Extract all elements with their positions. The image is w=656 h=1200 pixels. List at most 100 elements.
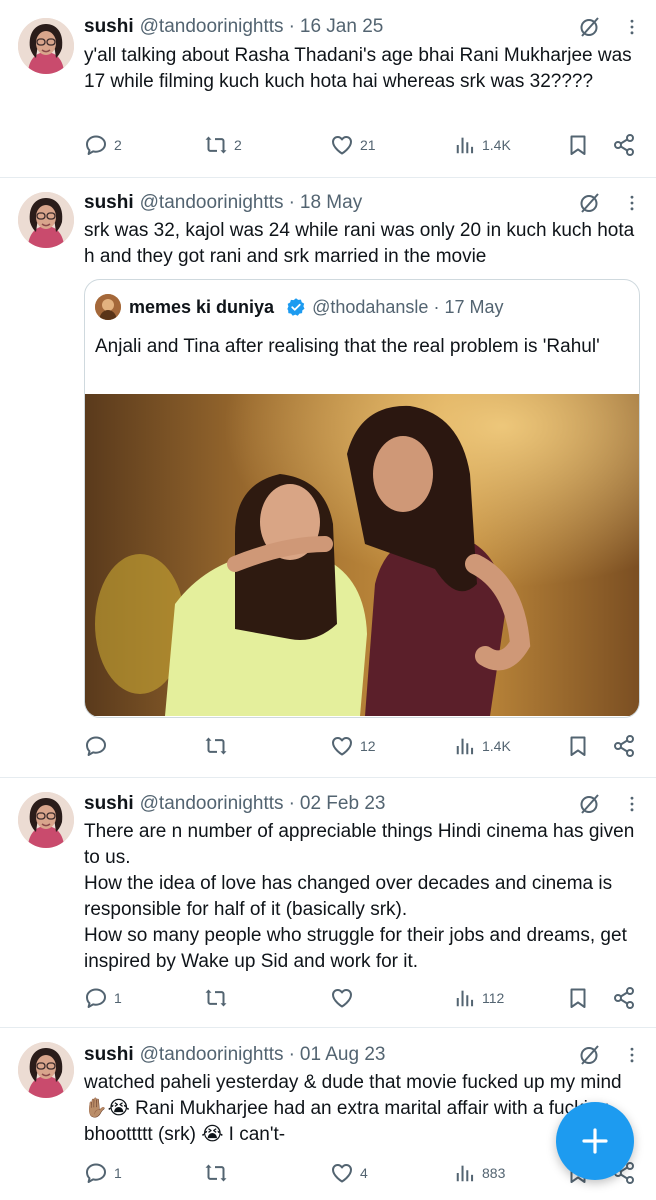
like-button[interactable] bbox=[330, 983, 360, 1013]
views-icon bbox=[454, 1162, 476, 1184]
bookmark-icon bbox=[566, 133, 590, 157]
tweet-date[interactable]: 18 May bbox=[300, 192, 362, 214]
reply-icon bbox=[84, 734, 108, 758]
author-handle[interactable]: @tandoorinightts bbox=[140, 793, 284, 815]
author-name[interactable]: sushi bbox=[84, 1044, 134, 1066]
more-icon[interactable] bbox=[622, 1043, 642, 1067]
views-icon bbox=[454, 134, 476, 156]
like-icon bbox=[330, 734, 354, 758]
repost-button[interactable]: 2 bbox=[204, 130, 242, 160]
bookmark-button[interactable] bbox=[566, 130, 596, 160]
views-icon bbox=[454, 735, 476, 757]
tweet-text-line: How the idea of love has changed over de… bbox=[84, 873, 613, 920]
tweet-text: There are n number of appreciable things… bbox=[84, 819, 642, 975]
quoted-author-name[interactable]: memes ki duniya bbox=[129, 297, 274, 318]
views-count: 1.4K bbox=[482, 137, 511, 153]
grok-icon[interactable] bbox=[578, 15, 602, 39]
tweet-text: srk was 32, kajol was 24 while rani was … bbox=[84, 220, 635, 267]
like-icon bbox=[330, 1161, 354, 1185]
like-button[interactable]: 21 bbox=[330, 130, 376, 160]
views-button[interactable]: 883 bbox=[454, 1158, 505, 1188]
reply-count: 1 bbox=[114, 1165, 122, 1181]
repost-button[interactable] bbox=[204, 731, 234, 761]
more-icon[interactable] bbox=[622, 191, 642, 215]
avatar[interactable] bbox=[18, 18, 74, 74]
quoted-author-handle[interactable]: @thodahansle bbox=[312, 297, 428, 318]
tweet-date[interactable]: 02 Feb 23 bbox=[300, 793, 386, 815]
share-button[interactable] bbox=[612, 983, 642, 1013]
share-button[interactable] bbox=[612, 130, 642, 160]
reply-button[interactable]: 2 bbox=[84, 130, 122, 160]
grok-icon[interactable] bbox=[578, 792, 602, 816]
like-button[interactable]: 12 bbox=[330, 731, 376, 761]
reply-button[interactable]: 1 bbox=[84, 1158, 122, 1188]
separator-dot: · bbox=[433, 296, 440, 317]
tweet-date[interactable]: 01 Aug 23 bbox=[300, 1044, 386, 1066]
quoted-date[interactable]: 17 May bbox=[444, 297, 503, 318]
avatar[interactable] bbox=[18, 192, 74, 248]
quoted-text: Anjali and Tina after realising that the… bbox=[95, 336, 600, 357]
like-count: 4 bbox=[360, 1165, 368, 1181]
like-button[interactable]: 4 bbox=[330, 1158, 368, 1188]
share-icon bbox=[612, 734, 636, 758]
views-count: 112 bbox=[482, 990, 505, 1006]
reply-count: 2 bbox=[114, 137, 122, 153]
repost-count: 2 bbox=[234, 137, 242, 153]
separator-dot: · bbox=[288, 793, 295, 814]
views-button[interactable]: 1.4K bbox=[454, 731, 511, 761]
repost-button[interactable] bbox=[204, 1158, 234, 1188]
views-button[interactable]: 1.4K bbox=[454, 130, 511, 160]
tweet-2[interactable]: sushi @tandoorinightts · 18 May srk was … bbox=[0, 178, 656, 778]
reply-button[interactable]: 1 bbox=[84, 983, 122, 1013]
more-icon[interactable] bbox=[622, 792, 642, 816]
quoted-photo[interactable] bbox=[85, 394, 640, 716]
repost-icon bbox=[204, 1161, 228, 1185]
bookmark-icon bbox=[566, 986, 590, 1010]
author-handle[interactable]: @tandoorinightts bbox=[140, 1044, 284, 1066]
author-name[interactable]: sushi bbox=[84, 192, 134, 214]
avatar[interactable] bbox=[18, 1042, 74, 1098]
quoted-avatar[interactable] bbox=[95, 294, 121, 320]
tweet-actions: 12 1.4K bbox=[84, 731, 642, 761]
tweet-date[interactable]: 16 Jan 25 bbox=[300, 16, 383, 38]
verified-badge-icon bbox=[287, 298, 305, 316]
reply-button[interactable] bbox=[84, 731, 114, 761]
repost-icon bbox=[204, 133, 228, 157]
avatar[interactable] bbox=[18, 792, 74, 848]
compose-button[interactable] bbox=[556, 1102, 634, 1180]
tweet-actions: 1 112 bbox=[84, 983, 642, 1013]
tweet-actions: 2 2 21 1.4K bbox=[84, 130, 642, 160]
views-count: 1.4K bbox=[482, 738, 511, 754]
share-button[interactable] bbox=[612, 731, 642, 761]
quoted-tweet[interactable]: memes ki duniya @thodahansle · 17 May An… bbox=[84, 279, 640, 718]
tweet-3[interactable]: sushi @tandoorinightts · 02 Feb 23 There… bbox=[0, 778, 656, 1028]
separator-dot: · bbox=[288, 1044, 295, 1065]
share-icon bbox=[612, 133, 636, 157]
bookmark-button[interactable] bbox=[566, 731, 596, 761]
like-count: 21 bbox=[360, 137, 376, 153]
repost-icon bbox=[204, 986, 228, 1010]
grok-icon[interactable] bbox=[578, 191, 602, 215]
bookmark-button[interactable] bbox=[566, 983, 596, 1013]
share-icon bbox=[612, 986, 636, 1010]
author-name[interactable]: sushi bbox=[84, 16, 134, 38]
repost-icon bbox=[204, 734, 228, 758]
repost-button[interactable] bbox=[204, 983, 234, 1013]
views-button[interactable]: 112 bbox=[454, 983, 504, 1013]
like-count: 12 bbox=[360, 738, 376, 754]
tweet-4[interactable]: sushi @tandoorinightts · 01 Aug 23 watch… bbox=[0, 1028, 656, 1200]
views-count: 883 bbox=[482, 1165, 506, 1181]
reply-icon bbox=[84, 986, 108, 1010]
author-handle[interactable]: @tandoorinightts bbox=[140, 192, 284, 214]
tweet-actions: 1 4 883 bbox=[84, 1158, 642, 1188]
like-icon bbox=[330, 133, 354, 157]
reply-count: 1 bbox=[114, 990, 122, 1006]
bookmark-icon bbox=[566, 734, 590, 758]
tweet-text: y'all talking about Rasha Thadani's age … bbox=[84, 45, 632, 92]
tweet-1[interactable]: sushi @tandoorinightts · 16 Jan 25 y'all… bbox=[0, 0, 656, 178]
author-name[interactable]: sushi bbox=[84, 793, 134, 815]
author-handle[interactable]: @tandoorinightts bbox=[140, 16, 284, 38]
more-icon[interactable] bbox=[622, 15, 642, 39]
separator-dot: · bbox=[288, 192, 295, 213]
grok-icon[interactable] bbox=[578, 1043, 602, 1067]
